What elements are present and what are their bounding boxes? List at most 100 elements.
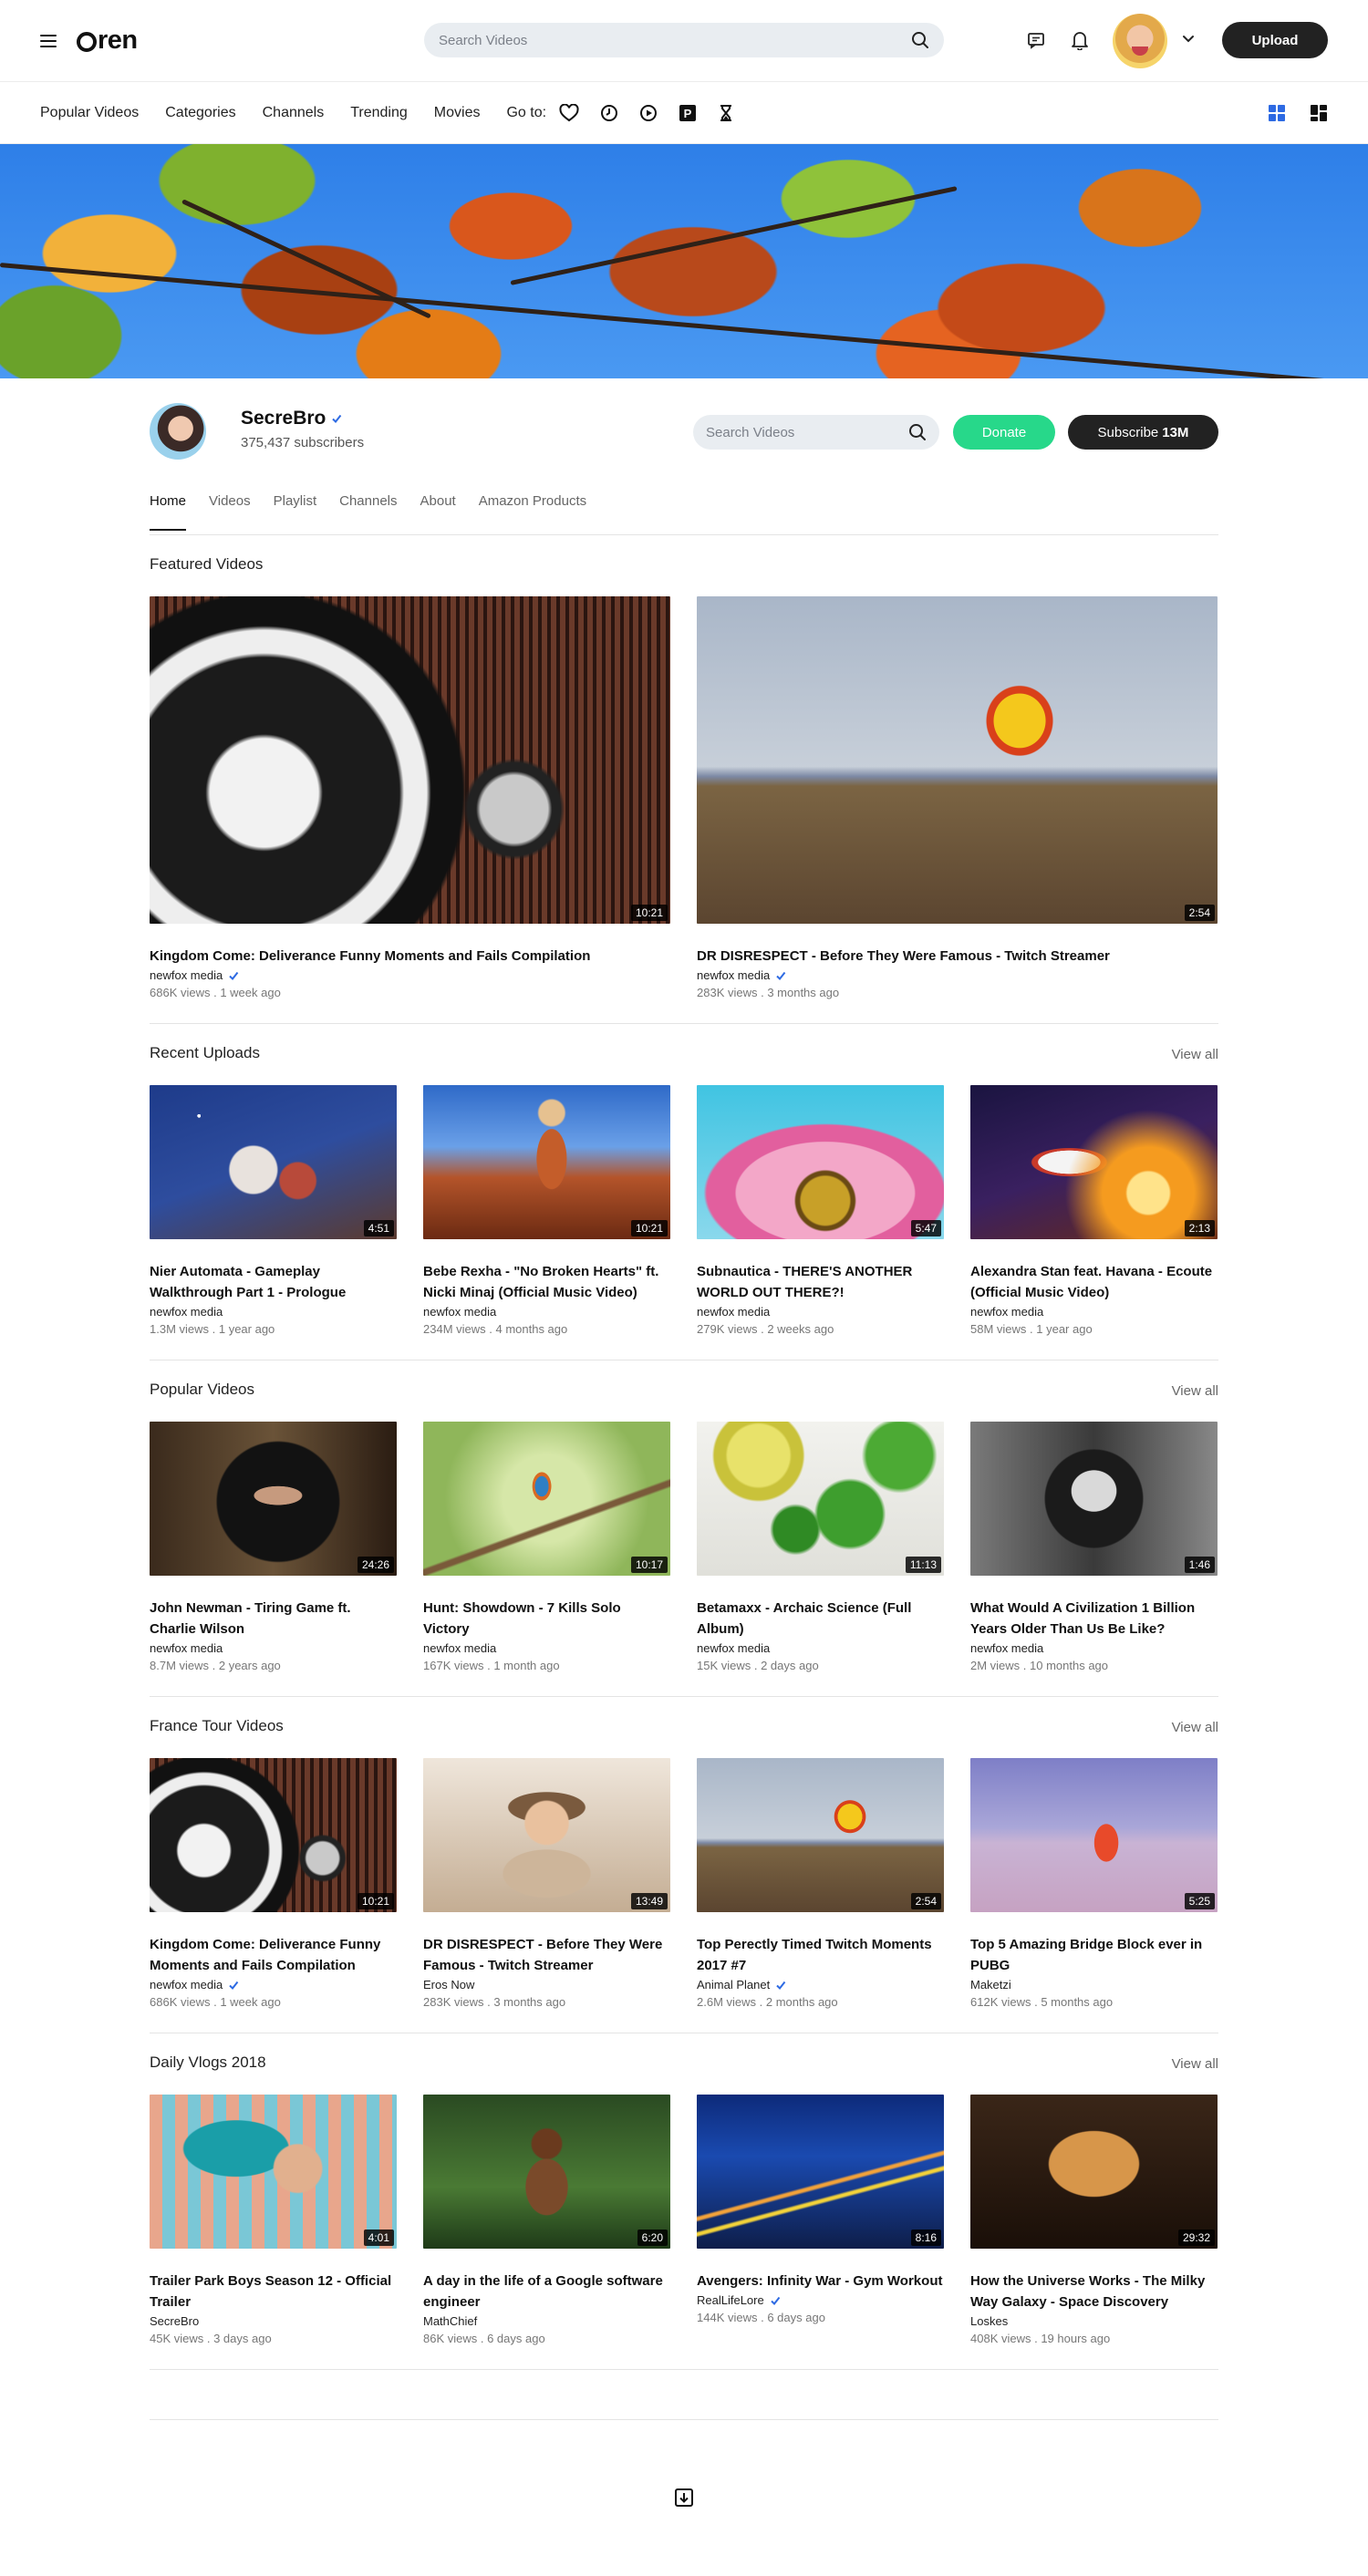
video-channel[interactable]: newfox media (423, 1641, 670, 1655)
nav-item-categories[interactable]: Categories (165, 105, 235, 121)
chat-icon[interactable] (1027, 31, 1045, 49)
video-channel[interactable]: newfox media (697, 1305, 944, 1319)
search-icon[interactable] (908, 423, 927, 441)
video-title[interactable]: Bebe Rexha - "No Broken Hearts" ft. Nick… (423, 1261, 670, 1303)
p-badge-icon[interactable]: P (679, 104, 697, 122)
video-title[interactable]: DR DISRESPECT - Before They Were Famous … (697, 946, 1218, 967)
video-thumbnail[interactable]: 6:20 (423, 2095, 670, 2249)
view-all-link[interactable]: View all (1172, 2056, 1218, 2072)
tab-home[interactable]: Home (150, 493, 187, 531)
video-card[interactable]: 10:17 Hunt: Showdown - 7 Kills Solo Vict… (423, 1422, 670, 1672)
video-thumbnail[interactable]: 2:13 (970, 1085, 1218, 1239)
video-thumbnail[interactable]: 10:21 (150, 1758, 397, 1912)
video-thumbnail[interactable]: 5:47 (697, 1085, 944, 1239)
video-channel[interactable]: newfox media (150, 1305, 397, 1319)
view-all-link[interactable]: View all (1172, 1383, 1218, 1399)
video-title[interactable]: Top Perectly Timed Twitch Moments 2017 #… (697, 1934, 944, 1976)
video-card[interactable]: 5:47 Subnautica - THERE'S ANOTHER WORLD … (697, 1085, 944, 1336)
video-card[interactable]: 10:21 Bebe Rexha - "No Broken Hearts" ft… (423, 1085, 670, 1336)
video-card[interactable]: 24:26 John Newman - Tiring Game ft. Char… (150, 1422, 397, 1672)
video-title[interactable]: Kingdom Come: Deliverance Funny Moments … (150, 1934, 397, 1976)
nav-item-trending[interactable]: Trending (350, 105, 408, 121)
video-channel[interactable]: newfox media (423, 1305, 670, 1319)
video-thumbnail[interactable]: 29:32 (970, 2095, 1218, 2249)
play-icon[interactable] (639, 104, 658, 122)
chevron-down-icon[interactable] (1182, 35, 1195, 44)
video-channel[interactable]: MathChief (423, 2314, 670, 2328)
video-channel[interactable]: Eros Now (423, 1978, 670, 1991)
video-channel[interactable]: newfox media (970, 1305, 1218, 1319)
tab-about[interactable]: About (420, 493, 456, 531)
video-channel[interactable]: Maketzi (970, 1978, 1218, 1991)
video-card[interactable]: 10:21 Kingdom Come: Deliverance Funny Mo… (150, 1758, 397, 2009)
video-channel[interactable]: newfox media (970, 1641, 1218, 1655)
download-icon[interactable] (673, 2487, 695, 2509)
nav-item-popular-videos[interactable]: Popular Videos (40, 105, 139, 121)
video-title[interactable]: Hunt: Showdown - 7 Kills Solo Victory (423, 1598, 670, 1640)
video-channel[interactable]: newfox media (697, 968, 1218, 982)
video-title[interactable]: Nier Automata - Gameplay Walkthrough Par… (150, 1261, 397, 1303)
video-card[interactable]: 10:21 Kingdom Come: Deliverance Funny Mo… (150, 596, 670, 999)
video-card[interactable]: 4:01 Trailer Park Boys Season 12 - Offic… (150, 2095, 397, 2345)
video-title[interactable]: John Newman - Tiring Game ft. Charlie Wi… (150, 1598, 397, 1640)
video-thumbnail[interactable]: 5:25 (970, 1758, 1218, 1912)
video-title[interactable]: Top 5 Amazing Bridge Block ever in PUBG (970, 1934, 1218, 1976)
video-thumbnail[interactable]: 10:21 (150, 596, 670, 924)
video-channel[interactable]: RealLifeLore (697, 2293, 944, 2307)
video-thumbnail[interactable]: 1:46 (970, 1422, 1218, 1576)
video-thumbnail[interactable]: 11:13 (697, 1422, 944, 1576)
video-card[interactable]: 11:13 Betamaxx - Archaic Science (Full A… (697, 1422, 944, 1672)
video-title[interactable]: How the Universe Works - The Milky Way G… (970, 2271, 1218, 2312)
video-channel[interactable]: newfox media (150, 1978, 397, 1991)
video-title[interactable]: Avengers: Infinity War - Gym Workout (697, 2271, 944, 2292)
video-title[interactable]: DR DISRESPECT - Before They Were Famous … (423, 1934, 670, 1976)
video-channel[interactable]: newfox media (150, 968, 670, 982)
donate-button[interactable]: Donate (953, 415, 1055, 450)
video-thumbnail[interactable]: 24:26 (150, 1422, 397, 1576)
video-title[interactable]: What Would A Civilization 1 Billion Year… (970, 1598, 1218, 1640)
tab-videos[interactable]: Videos (209, 493, 251, 531)
clock-icon[interactable] (600, 104, 618, 122)
logo[interactable]: ren (77, 26, 138, 56)
video-card[interactable]: 8:16 Avengers: Infinity War - Gym Workou… (697, 2095, 944, 2345)
video-channel[interactable]: SecreBro (150, 2314, 397, 2328)
channel-avatar[interactable] (150, 403, 206, 460)
video-title[interactable]: Betamaxx - Archaic Science (Full Album) (697, 1598, 944, 1640)
video-card[interactable]: 29:32 How the Universe Works - The Milky… (970, 2095, 1218, 2345)
search-icon[interactable] (911, 31, 929, 49)
tab-channels[interactable]: Channels (339, 493, 397, 531)
upload-button[interactable]: Upload (1222, 22, 1328, 58)
video-card[interactable]: 2:13 Alexandra Stan feat. Havana - Ecout… (970, 1085, 1218, 1336)
masonry-view-icon[interactable] (1310, 104, 1328, 122)
video-card[interactable]: 4:51 Nier Automata - Gameplay Walkthroug… (150, 1085, 397, 1336)
nav-item-channels[interactable]: Channels (263, 105, 325, 121)
video-title[interactable]: A day in the life of a Google software e… (423, 2271, 670, 2312)
video-card[interactable]: 2:54 DR DISRESPECT - Before They Were Fa… (697, 596, 1218, 999)
video-thumbnail[interactable]: 10:21 (423, 1085, 670, 1239)
video-title[interactable]: Kingdom Come: Deliverance Funny Moments … (150, 946, 670, 967)
user-avatar[interactable] (1113, 14, 1167, 68)
video-card[interactable]: 5:25 Top 5 Amazing Bridge Block ever in … (970, 1758, 1218, 2009)
bell-icon[interactable] (1071, 30, 1089, 50)
nav-item-movies[interactable]: Movies (434, 105, 481, 121)
view-all-link[interactable]: View all (1172, 1047, 1218, 1062)
menu-icon[interactable] (40, 34, 57, 47)
video-channel[interactable]: Loskes (970, 2314, 1218, 2328)
hourglass-icon[interactable] (718, 104, 734, 122)
video-thumbnail[interactable]: 13:49 (423, 1758, 670, 1912)
video-channel[interactable]: newfox media (697, 1641, 944, 1655)
video-title[interactable]: Subnautica - THERE'S ANOTHER WORLD OUT T… (697, 1261, 944, 1303)
video-thumbnail[interactable]: 10:17 (423, 1422, 670, 1576)
video-card[interactable]: 13:49 DR DISRESPECT - Before They Were F… (423, 1758, 670, 2009)
video-thumbnail[interactable]: 4:01 (150, 2095, 397, 2249)
video-thumbnail[interactable]: 4:51 (150, 1085, 397, 1239)
grid-view-icon[interactable] (1268, 104, 1286, 122)
header-search-input[interactable] (439, 32, 911, 48)
channel-search-input[interactable] (706, 424, 908, 440)
video-card[interactable]: 2:54 Top Perectly Timed Twitch Moments 2… (697, 1758, 944, 2009)
video-card[interactable]: 1:46 What Would A Civilization 1 Billion… (970, 1422, 1218, 1672)
view-all-link[interactable]: View all (1172, 1720, 1218, 1735)
video-thumbnail[interactable]: 8:16 (697, 2095, 944, 2249)
video-channel[interactable]: newfox media (150, 1641, 397, 1655)
video-thumbnail[interactable]: 2:54 (697, 1758, 944, 1912)
